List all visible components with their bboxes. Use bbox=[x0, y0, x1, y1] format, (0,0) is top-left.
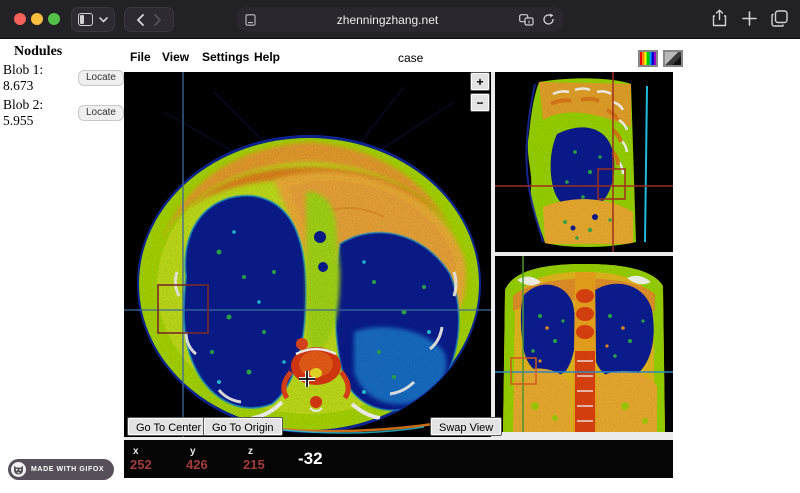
z-label: z bbox=[248, 446, 253, 457]
browser-chrome: zhenningzhang.net x bbox=[0, 0, 800, 39]
zoom-out-button[interactable]: − bbox=[470, 93, 490, 112]
page-icon bbox=[245, 13, 256, 26]
case-title: case bbox=[398, 51, 424, 65]
sidebar-panel-icon[interactable] bbox=[78, 13, 93, 26]
zoom-in-button[interactable]: + bbox=[470, 72, 490, 91]
fox-icon bbox=[11, 462, 26, 477]
go-to-center-button[interactable]: Go To Center bbox=[127, 417, 211, 436]
new-tab-icon[interactable] bbox=[742, 11, 757, 26]
axial-ct-image bbox=[124, 72, 491, 437]
coronal-view[interactable] bbox=[495, 256, 673, 432]
sidebar-toggle-group bbox=[71, 7, 115, 32]
gifox-badge: MADE WITH GIFOX bbox=[8, 459, 115, 480]
rainbow-colormap-icon[interactable] bbox=[638, 50, 658, 67]
nodules-title: Nodules bbox=[14, 44, 63, 59]
tab-overview-icon[interactable] bbox=[771, 10, 788, 27]
nodules-sidebar: Nodules Blob 1: 8.673 Locate Blob 2: 5.9… bbox=[0, 39, 124, 493]
viewer-area: + − Go To Center Go To Origin Swap View … bbox=[124, 72, 673, 478]
intensity-value: -32 bbox=[298, 449, 323, 468]
translate-icon[interactable]: x bbox=[519, 13, 534, 26]
sagittal-ct-image bbox=[495, 72, 673, 252]
minimize-window-button[interactable] bbox=[31, 13, 43, 25]
locate-button[interactable]: Locate bbox=[77, 70, 124, 86]
menu-help[interactable]: Help bbox=[254, 50, 280, 64]
chevron-down-icon[interactable] bbox=[99, 16, 108, 23]
axial-view[interactable] bbox=[124, 72, 491, 437]
coronal-ct-image bbox=[495, 256, 673, 432]
coordinate-status-bar: x y z 252 426 215 -32 bbox=[124, 440, 673, 478]
sagittal-view[interactable] bbox=[495, 72, 673, 252]
nodule-row: Blob 1: 8.673 Locate bbox=[3, 62, 124, 94]
close-window-button[interactable] bbox=[14, 13, 26, 25]
nav-buttons-group bbox=[124, 7, 174, 32]
z-value: 215 bbox=[243, 457, 265, 472]
menu-file[interactable]: File bbox=[130, 50, 151, 64]
x-label: x bbox=[133, 446, 139, 457]
nodule-label: Blob 1: 8.673 bbox=[3, 62, 44, 93]
back-icon[interactable] bbox=[136, 13, 144, 26]
address-bar[interactable]: zhenningzhang.net x bbox=[237, 7, 563, 32]
y-label: y bbox=[190, 446, 196, 457]
reload-icon[interactable] bbox=[542, 13, 555, 26]
forward-icon[interactable] bbox=[154, 13, 162, 26]
url-text: zhenningzhang.net bbox=[336, 12, 439, 27]
menu-settings[interactable]: Settings bbox=[202, 50, 249, 64]
ct-viewer-app: File View Settings Help case + − Go To C… bbox=[124, 47, 683, 478]
gifox-badge-text: MADE WITH GIFOX bbox=[31, 466, 105, 473]
nodule-label: Blob 2: 5.955 bbox=[3, 97, 44, 128]
x-value: 252 bbox=[130, 457, 152, 472]
go-to-origin-button[interactable]: Go To Origin bbox=[203, 417, 283, 436]
fullscreen-window-button[interactable] bbox=[48, 13, 60, 25]
share-icon[interactable] bbox=[712, 9, 727, 27]
locate-button[interactable]: Locate bbox=[77, 105, 124, 121]
svg-text:x: x bbox=[528, 19, 531, 25]
menu-view[interactable]: View bbox=[162, 50, 189, 64]
nodule-row: Blob 2: 5.955 Locate bbox=[3, 97, 124, 129]
menu-bar: File View Settings Help case bbox=[124, 47, 683, 72]
grayscale-colormap-icon[interactable] bbox=[663, 50, 683, 67]
y-value: 426 bbox=[186, 457, 208, 472]
swap-view-button[interactable]: Swap View bbox=[430, 417, 503, 436]
